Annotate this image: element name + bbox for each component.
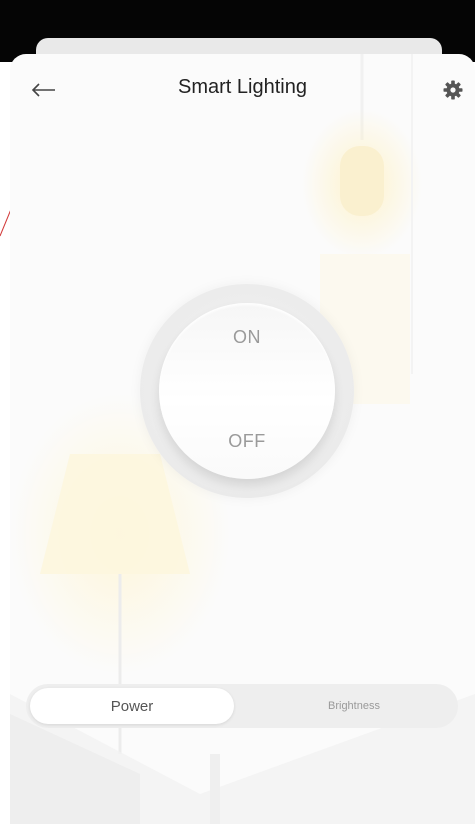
switch-on-label: ON — [233, 327, 261, 347]
app-screen: Smart Lighting ON OFF Power Brightness — [0, 0, 475, 824]
switch-off-label: OFF — [228, 431, 266, 451]
power-switch[interactable]: ON OFF — [159, 303, 335, 479]
settings-button[interactable] — [435, 72, 471, 108]
page-title: Smart Lighting — [178, 76, 307, 98]
mode-tabs: Power Brightness — [26, 684, 458, 728]
tab-power[interactable]: Power — [30, 688, 234, 724]
tab-brightness[interactable]: Brightness — [254, 688, 454, 724]
header-bar: Smart Lighting — [10, 54, 475, 126]
gear-icon — [443, 80, 463, 100]
